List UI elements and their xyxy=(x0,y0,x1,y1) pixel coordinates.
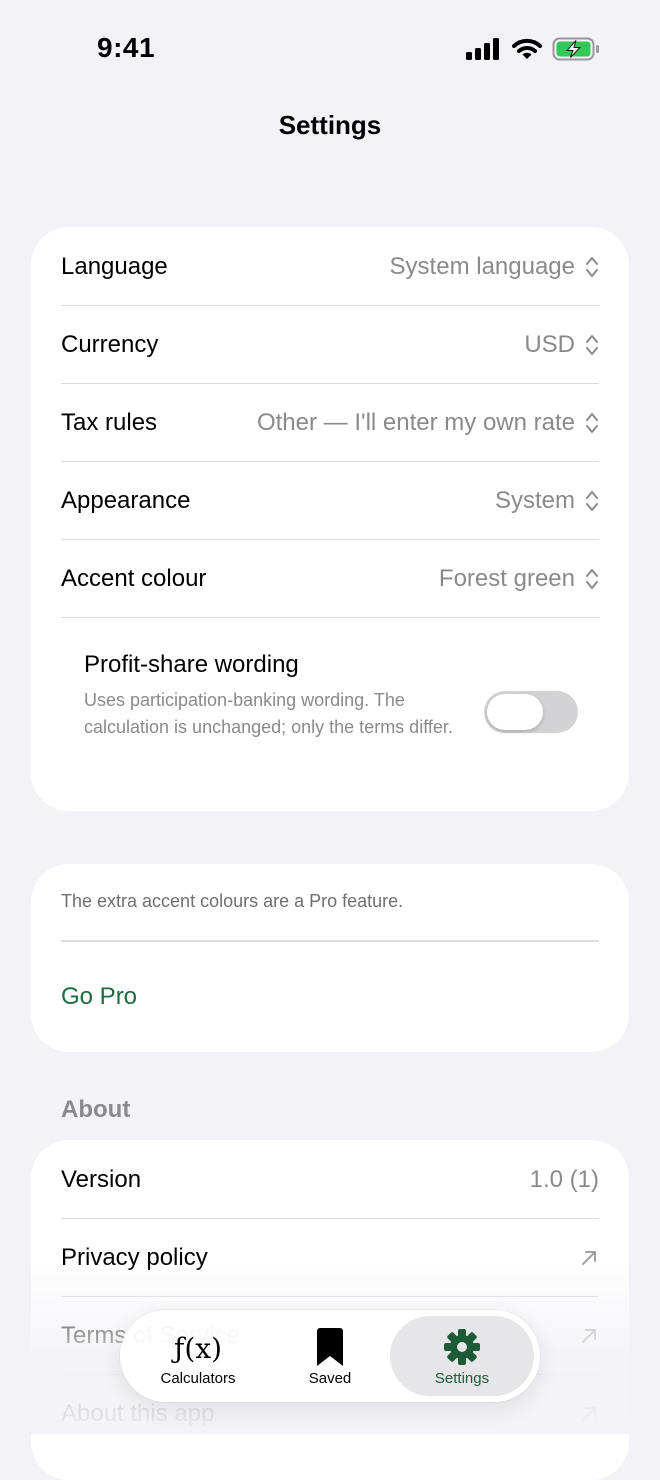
profit-share-toggle[interactable] xyxy=(484,691,578,733)
profit-share-title: Profit-share wording xyxy=(84,651,299,678)
cellular-signal-icon xyxy=(466,38,499,60)
go-pro-button[interactable]: Go Pro xyxy=(61,983,137,1011)
chevron-up-down-icon xyxy=(586,412,598,433)
privacy-policy-label: Privacy policy xyxy=(61,1243,208,1271)
currency-row[interactable]: Currency USD xyxy=(61,306,599,384)
version-value: 1.0 (1) xyxy=(529,1165,599,1193)
appearance-label: Appearance xyxy=(61,486,191,514)
version-row: Version 1.0 (1) xyxy=(61,1141,599,1219)
divider xyxy=(61,940,599,942)
status-time: 9:41 xyxy=(97,32,156,63)
tab-calculators-label: Calculators xyxy=(160,1370,236,1387)
tax-rules-label: Tax rules xyxy=(61,408,158,436)
tab-saved-label: Saved xyxy=(308,1370,352,1387)
wifi-icon xyxy=(512,38,542,59)
about-this-app-label: About this app xyxy=(61,1399,215,1427)
tab-bar: ƒ(x) Calculators Saved Settings xyxy=(120,1310,540,1402)
tab-settings-label: Settings xyxy=(434,1370,490,1387)
appearance-value: System xyxy=(494,486,575,514)
currency-value: USD xyxy=(524,330,575,358)
appearance-row[interactable]: Appearance System xyxy=(61,462,599,540)
accent-colour-row[interactable]: Accent colour Forest green xyxy=(61,540,599,618)
battery-charging-icon xyxy=(552,37,599,61)
external-link-icon xyxy=(582,1250,596,1265)
version-label: Version xyxy=(61,1165,142,1193)
gear-icon xyxy=(443,1322,481,1366)
status-bar: 9:41 xyxy=(0,0,660,96)
chevron-up-down-icon xyxy=(586,256,598,277)
pro-note: The extra accent colours are a Pro featu… xyxy=(61,891,404,911)
tab-calculators[interactable]: ƒ(x) Calculators xyxy=(132,1316,264,1396)
preferences-card: Language System language Currency USD Ta… xyxy=(31,227,629,811)
tab-saved[interactable]: Saved xyxy=(264,1316,396,1396)
tax-rules-value: Other — I'll enter my own rate xyxy=(256,408,575,436)
profit-share-description: Uses participation-banking wording. The … xyxy=(84,690,453,737)
tax-rules-row[interactable]: Tax rules Other — I'll enter my own rate xyxy=(61,384,599,462)
status-icons xyxy=(466,36,600,62)
language-label: Language xyxy=(61,252,168,280)
about-section-header: About xyxy=(61,1096,131,1123)
chevron-up-down-icon xyxy=(586,568,598,589)
function-icon: ƒ(x) xyxy=(173,1332,222,1365)
toggle-knob xyxy=(487,694,543,730)
chevron-up-down-icon xyxy=(586,334,598,355)
tab-settings[interactable]: Settings xyxy=(390,1316,534,1396)
accent-colour-label: Accent colour xyxy=(61,564,207,592)
bookmark-icon xyxy=(317,1322,343,1366)
currency-label: Currency xyxy=(61,330,159,358)
privacy-policy-row[interactable]: Privacy policy xyxy=(61,1219,599,1297)
page-title: Settings xyxy=(278,110,382,140)
accent-colour-value: Forest green xyxy=(438,564,575,592)
language-value: System language xyxy=(389,252,575,280)
external-link-icon xyxy=(582,1328,596,1343)
chevron-up-down-icon xyxy=(586,490,598,511)
language-row[interactable]: Language System language xyxy=(61,228,599,306)
external-link-icon xyxy=(582,1406,596,1421)
pro-card: The extra accent colours are a Pro featu… xyxy=(31,864,629,1052)
